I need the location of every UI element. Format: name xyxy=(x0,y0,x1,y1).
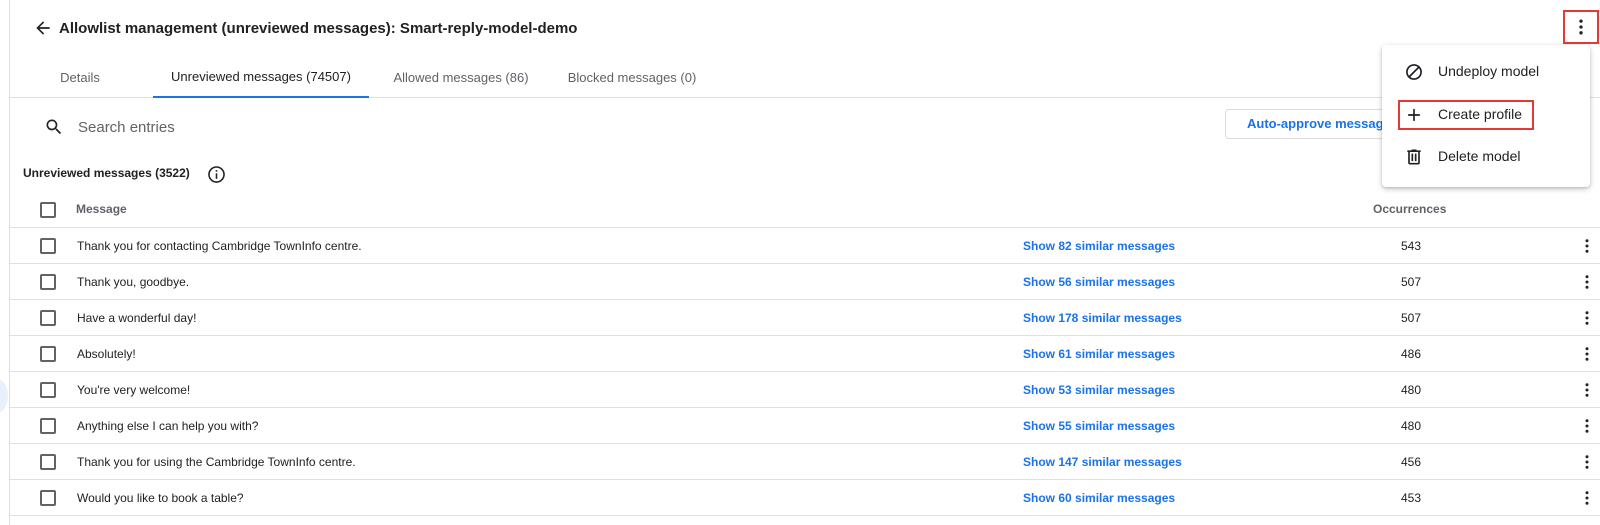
message-text: Absolutely! xyxy=(77,347,136,361)
row-checkbox[interactable] xyxy=(40,418,56,434)
show-similar-link[interactable]: Show 55 similar messages xyxy=(1023,419,1175,433)
menu-item-label: Delete model xyxy=(1438,148,1521,164)
show-similar-link[interactable]: Show 60 similar messages xyxy=(1023,491,1175,505)
row-menu-button[interactable] xyxy=(1577,272,1597,292)
menu-item-delete-model[interactable]: Delete model xyxy=(1382,138,1590,176)
info-icon[interactable] xyxy=(207,165,226,184)
tab-details[interactable]: Details xyxy=(51,56,109,98)
block-icon xyxy=(1406,64,1422,80)
occurrences-value: 507 xyxy=(1401,311,1422,325)
show-similar-link[interactable]: Show 147 similar messages xyxy=(1023,455,1182,469)
show-similar-link[interactable]: Show 61 similar messages xyxy=(1023,347,1175,361)
occurrences-value: 456 xyxy=(1401,455,1422,469)
tab-blocked-messages[interactable]: Blocked messages (0) xyxy=(566,56,698,98)
occurrences-value: 480 xyxy=(1401,383,1422,397)
row-menu-button[interactable] xyxy=(1577,236,1597,256)
message-text: You're very welcome! xyxy=(77,383,191,397)
more-vert-icon xyxy=(1585,239,1589,253)
show-similar-link[interactable]: Show 82 similar messages xyxy=(1023,239,1175,253)
message-text: Anything else I can help you with? xyxy=(77,419,259,433)
row-menu-button[interactable] xyxy=(1577,416,1597,436)
occurrences-value: 507 xyxy=(1401,275,1422,289)
page-title: Allowlist management (unreviewed message… xyxy=(59,20,578,37)
table-row: Absolutely! Show 61 similar messages 486 xyxy=(9,336,1600,372)
message-text: Would you like to book a table? xyxy=(77,491,244,505)
occurrences-value: 543 xyxy=(1401,239,1422,253)
message-text: Have a wonderful day! xyxy=(77,311,197,325)
section-title: Unreviewed messages (3522) xyxy=(23,166,190,180)
more-vert-icon xyxy=(1585,491,1589,505)
more-actions-button[interactable] xyxy=(1563,10,1599,44)
table-header: Message Occurrences xyxy=(9,191,1600,228)
menu-item-label: Create profile xyxy=(1438,106,1523,122)
search-input[interactable] xyxy=(78,116,478,138)
menu-item-undeploy-model[interactable]: Undeploy model xyxy=(1382,53,1590,91)
table-row: Thank you for contacting Cambridge TownI… xyxy=(9,228,1600,264)
show-similar-link[interactable]: Show 56 similar messages xyxy=(1023,275,1175,289)
add-icon xyxy=(1408,109,1420,121)
more-vert-icon xyxy=(1585,311,1589,325)
more-vert-icon xyxy=(1585,383,1589,397)
row-checkbox[interactable] xyxy=(40,346,56,362)
table-row: Thank you for using the Cambridge TownIn… xyxy=(9,444,1600,480)
show-similar-link[interactable]: Show 178 similar messages xyxy=(1023,311,1182,325)
row-menu-button[interactable] xyxy=(1577,308,1597,328)
row-menu-button[interactable] xyxy=(1577,380,1597,400)
more-vert-icon xyxy=(1585,455,1589,469)
column-header-occurrences: Occurrences xyxy=(1373,202,1447,216)
tab-unreviewed-messages[interactable]: Unreviewed messages (74507) xyxy=(153,56,369,98)
occurrences-value: 453 xyxy=(1401,491,1422,505)
row-checkbox[interactable] xyxy=(40,382,56,398)
message-text: Thank you for using the Cambridge TownIn… xyxy=(77,455,356,469)
more-vert-icon xyxy=(1585,419,1589,433)
message-text: Thank you for contacting Cambridge TownI… xyxy=(77,239,362,253)
column-header-message: Message xyxy=(76,202,127,216)
menu-item-label: Undeploy model xyxy=(1438,63,1540,79)
auto-approve-button[interactable]: Auto-approve messages xyxy=(1225,109,1405,139)
row-checkbox[interactable] xyxy=(40,490,56,506)
table-row: Thank you, goodbye. Show 56 similar mess… xyxy=(9,264,1600,300)
occurrences-value: 486 xyxy=(1401,347,1422,361)
more-vert-icon xyxy=(1579,19,1583,35)
row-checkbox[interactable] xyxy=(40,238,56,254)
table-row: You're very welcome! Show 53 similar mes… xyxy=(9,372,1600,408)
occurrences-value: 480 xyxy=(1401,419,1422,433)
table-row: Have a wonderful day! Show 178 similar m… xyxy=(9,300,1600,336)
more-actions-menu: Undeploy model Create profile Delete mod… xyxy=(1382,45,1590,187)
more-vert-icon xyxy=(1585,275,1589,289)
row-menu-button[interactable] xyxy=(1577,488,1597,508)
table-row: Would you like to book a table? Show 60 … xyxy=(9,480,1600,516)
row-checkbox[interactable] xyxy=(40,310,56,326)
tab-allowed-messages[interactable]: Allowed messages (86) xyxy=(393,56,529,98)
arrow-back-icon xyxy=(36,21,50,35)
page-header: Allowlist management (unreviewed message… xyxy=(9,0,1600,56)
row-menu-button[interactable] xyxy=(1577,452,1597,472)
message-text: Thank you, goodbye. xyxy=(77,275,190,289)
side-fab-edge xyxy=(0,379,8,413)
back-button[interactable] xyxy=(31,16,55,40)
more-vert-icon xyxy=(1585,347,1589,361)
select-all-checkbox[interactable] xyxy=(40,202,56,218)
row-checkbox[interactable] xyxy=(40,454,56,470)
show-similar-link[interactable]: Show 53 similar messages xyxy=(1023,383,1175,397)
search-icon xyxy=(46,119,62,135)
tab-bar: Details Unreviewed messages (74507) Allo… xyxy=(9,56,1600,98)
table-row: Anything else I can help you with? Show … xyxy=(9,408,1600,444)
menu-item-create-profile[interactable]: Create profile xyxy=(1382,96,1590,134)
row-menu-button[interactable] xyxy=(1577,344,1597,364)
row-checkbox[interactable] xyxy=(40,274,56,290)
trash-icon xyxy=(1407,149,1421,165)
